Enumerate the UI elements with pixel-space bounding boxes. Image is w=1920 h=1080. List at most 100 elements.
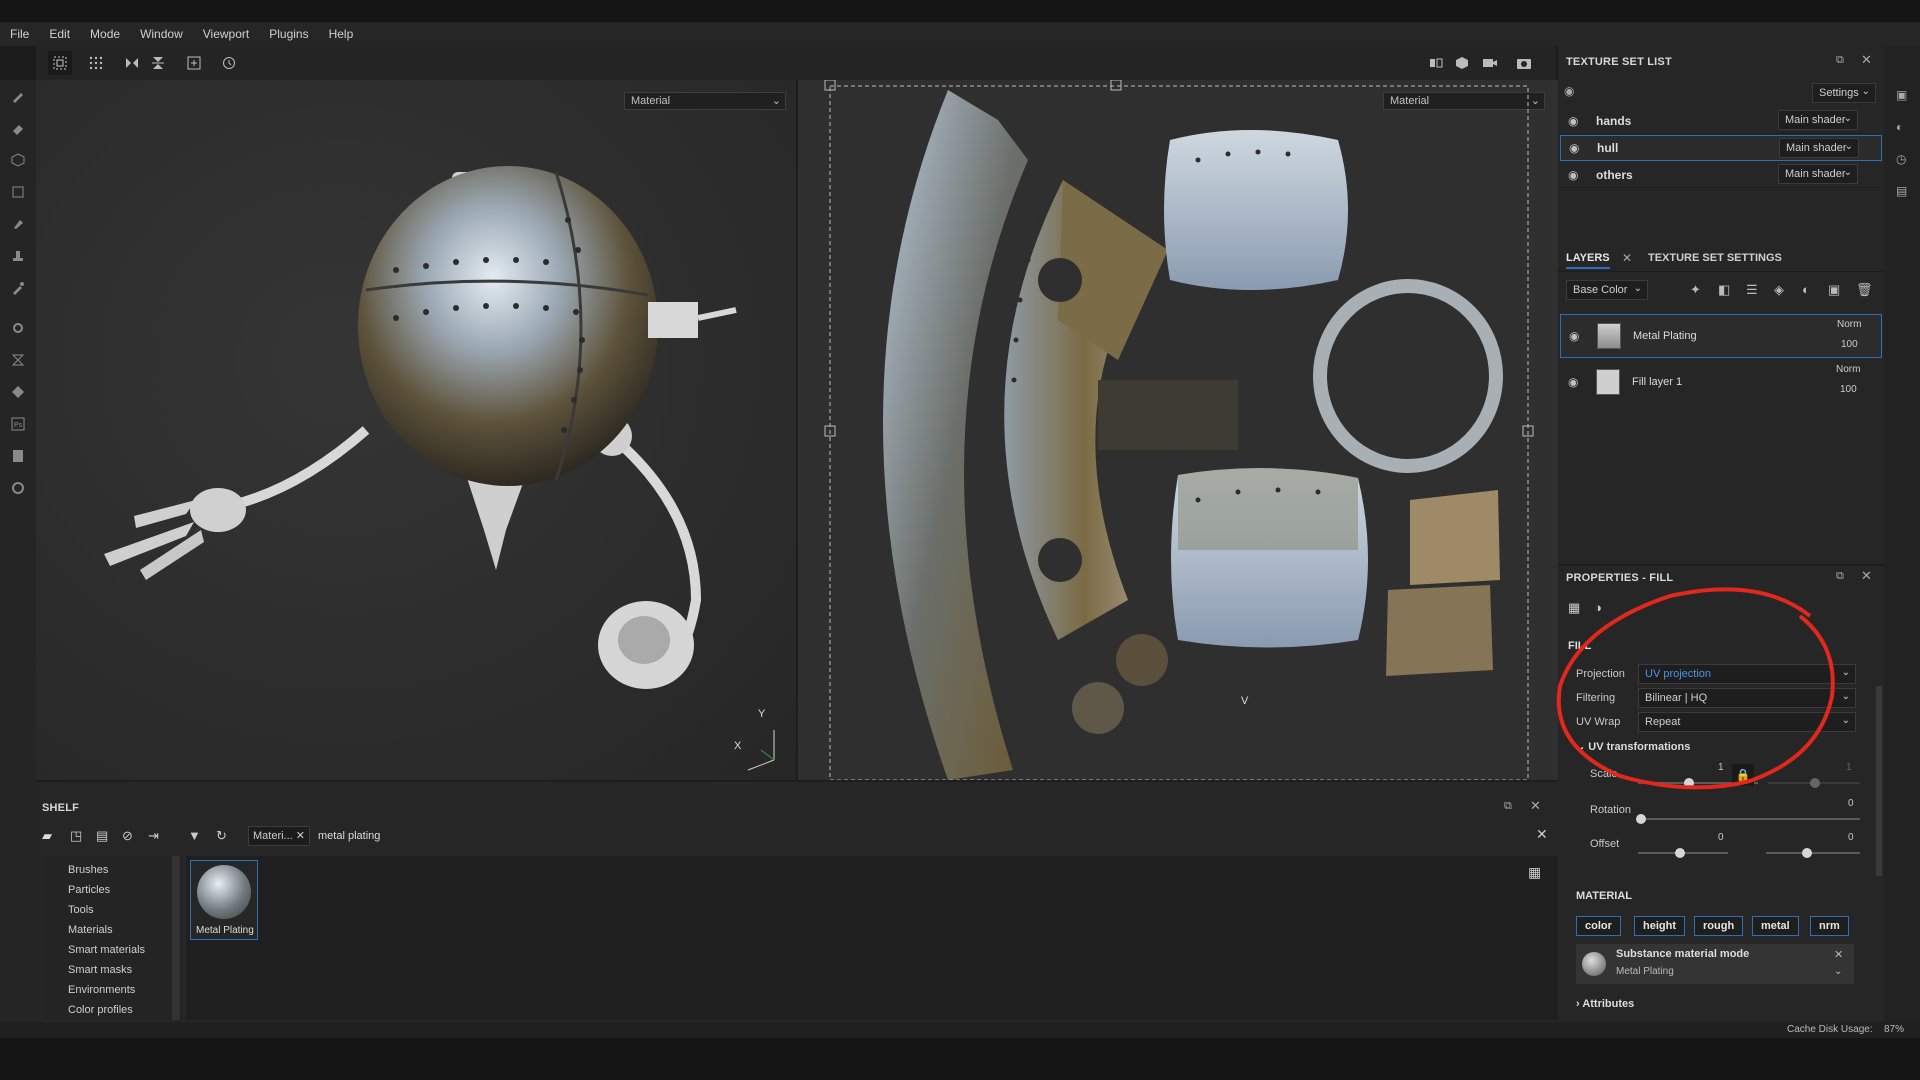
resources-icon[interactable] (8, 446, 28, 466)
refresh-icon[interactable]: ↻ (216, 828, 227, 844)
mirror-x-icon[interactable] (120, 51, 144, 75)
shader-dropdown[interactable]: Main shader ⌄ (1778, 110, 1858, 130)
blend-mode[interactable]: Norm (1837, 319, 1861, 330)
plugin-icon[interactable] (8, 478, 28, 498)
history-icon[interactable]: ◷ (1896, 152, 1906, 166)
clear-search-icon[interactable]: ✕ (1536, 826, 1548, 843)
menu-window[interactable]: Window (140, 27, 183, 41)
menu-file[interactable]: File (10, 27, 29, 41)
folder-icon[interactable]: ▰ (42, 828, 52, 844)
color-picker-icon[interactable] (8, 278, 28, 298)
3d-viewport[interactable]: Material ⌄ Y X (36, 80, 798, 780)
shelf-category-environments[interactable]: Environments (68, 984, 135, 996)
add-mask-icon[interactable]: ◧ (1718, 282, 1730, 298)
add-fill-layer-icon[interactable]: ◈ (1774, 282, 1784, 298)
eye-icon[interactable]: ◉ (1568, 168, 1584, 182)
scale-slider-knob-v[interactable] (1810, 778, 1820, 788)
add-effect-icon[interactable]: ✦ (1690, 282, 1701, 298)
channel-chip-nrm[interactable]: nrm (1810, 916, 1849, 936)
shelf-result-item[interactable]: Metal Plating (190, 860, 258, 940)
shelf-search-input[interactable] (318, 826, 1530, 846)
photoshop-export-icon[interactable]: Ps (8, 414, 28, 434)
filter-icon[interactable]: ▼ (188, 828, 201, 843)
2d-uv-viewport[interactable]: Material ⌄ V (798, 80, 1558, 780)
shelf-category-materials[interactable]: Materials (68, 924, 113, 936)
properties-scrollbar[interactable] (1876, 686, 1882, 876)
shelf-category-color-profiles[interactable]: Color profiles (68, 1004, 133, 1016)
layer-row-metal-plating[interactable]: ◉ Metal Plating Norm 100 (1560, 314, 1882, 358)
rotation-slider-track[interactable] (1638, 818, 1860, 820)
tab-layers[interactable]: LAYERS (1566, 252, 1610, 269)
layer-viewer-icon[interactable]: ▣ (1896, 88, 1907, 102)
texture-set-row-others[interactable]: ◉ others Main shader ⌄ (1560, 162, 1882, 188)
tab-texture-set-settings[interactable]: TEXTURE SET SETTINGS (1648, 252, 1782, 264)
grid-view-icon[interactable]: ▦ (1528, 864, 1541, 881)
offset-value-u[interactable]: 0 (1718, 832, 1724, 843)
uv-transformations-toggle[interactable]: ⌄ UV transformations (1576, 740, 1690, 753)
offset-slider-track-v[interactable] (1766, 852, 1860, 854)
channel-chip-metal[interactable]: metal (1752, 916, 1799, 936)
add-frame-icon[interactable] (182, 51, 206, 75)
new-item-icon[interactable]: ◳ (70, 828, 82, 844)
offset-slider-knob-v[interactable] (1802, 848, 1812, 858)
fill-properties-icon[interactable]: ▦ (1568, 600, 1580, 616)
close-icon[interactable]: ✕ (1861, 568, 1872, 584)
menu-viewport[interactable]: Viewport (203, 27, 249, 41)
add-folder-icon[interactable]: ▣ (1828, 282, 1840, 298)
clone-stamp-icon[interactable] (8, 246, 28, 266)
dots-grid-icon[interactable] (84, 51, 108, 75)
delete-layer-icon[interactable]: 🗑 (1856, 282, 1873, 298)
close-tab-icon[interactable]: ✕ (1622, 251, 1632, 265)
shelf-category-brushes[interactable]: Brushes (68, 864, 108, 876)
history-icon[interactable] (217, 51, 241, 75)
visibility-eye-icon[interactable]: ◉ (1564, 84, 1574, 98)
save-icon[interactable]: ▤ (96, 828, 108, 844)
split-view-icon[interactable] (1424, 51, 1448, 75)
eye-icon[interactable]: ◉ (1568, 114, 1584, 128)
smudge-icon[interactable] (8, 214, 28, 234)
menu-help[interactable]: Help (329, 27, 354, 41)
grid-select-icon[interactable] (48, 51, 72, 75)
texture-set-settings-dropdown[interactable]: Settings ⌄ (1812, 83, 1876, 103)
eye-icon[interactable]: ◉ (1568, 375, 1584, 389)
substance-material-box[interactable]: Substance material mode Metal Plating ✕ … (1576, 944, 1854, 984)
remove-filter-icon[interactable]: ✕ (296, 829, 305, 842)
filter-tag[interactable]: Materi... ✕ (248, 826, 310, 846)
offset-slider-knob-u[interactable] (1675, 848, 1685, 858)
texture-set-row-hull[interactable]: ◉ hull Main shader ⌄ (1560, 135, 1882, 161)
menu-plugins[interactable]: Plugins (269, 27, 308, 41)
categories-scrollbar[interactable] (172, 856, 180, 1020)
rotation-slider-knob[interactable] (1636, 814, 1646, 824)
shelf-category-tools[interactable]: Tools (68, 904, 94, 916)
display-icon[interactable]: ◐ (1896, 120, 1903, 134)
shelf-category-smart-masks[interactable]: Smart masks (68, 964, 132, 976)
projection-dropdown[interactable]: UV projection ⌄ (1638, 664, 1856, 684)
scale-value-v[interactable]: 1 (1846, 762, 1852, 773)
shader-dropdown[interactable]: Main shader ⌄ (1778, 164, 1858, 184)
eye-icon[interactable]: ◉ (1569, 141, 1585, 155)
scale-value-u[interactable]: 1 (1718, 762, 1724, 773)
screenshot-camera-icon[interactable] (1512, 51, 1536, 75)
add-smart-material-icon[interactable]: ◐ (1802, 282, 1810, 297)
channel-chip-rough[interactable]: rough (1694, 916, 1744, 936)
shelf-category-smart-materials[interactable]: Smart materials (68, 944, 145, 956)
channel-dropdown[interactable]: Base Color ⌄ (1566, 280, 1648, 300)
layer-opacity[interactable]: 100 (1840, 384, 1857, 395)
chevron-down-icon[interactable]: ⌄ (1834, 966, 1842, 977)
cube-icon[interactable] (1450, 51, 1474, 75)
remove-material-icon[interactable]: ✕ (1834, 948, 1843, 961)
paint-brush-icon[interactable] (8, 86, 28, 106)
eye-icon[interactable]: ◉ (1569, 329, 1585, 343)
eraser-icon[interactable] (8, 118, 28, 138)
attributes-toggle[interactable]: › Attributes (1576, 998, 1634, 1010)
camera-video-icon[interactable] (1478, 51, 1502, 75)
texture-set-row-hands[interactable]: ◉ hands Main shader ⌄ (1560, 108, 1882, 134)
menu-edit[interactable]: Edit (49, 27, 70, 41)
blend-mode[interactable]: Norm (1836, 364, 1860, 375)
bake-icon[interactable] (8, 350, 28, 370)
import-icon[interactable]: ⇥ (148, 828, 159, 844)
settings-gear-icon[interactable] (8, 318, 28, 338)
close-icon[interactable]: ✕ (1861, 52, 1872, 68)
display-settings-icon[interactable] (8, 382, 28, 402)
undock-icon[interactable]: ⧉ (1504, 800, 1512, 813)
